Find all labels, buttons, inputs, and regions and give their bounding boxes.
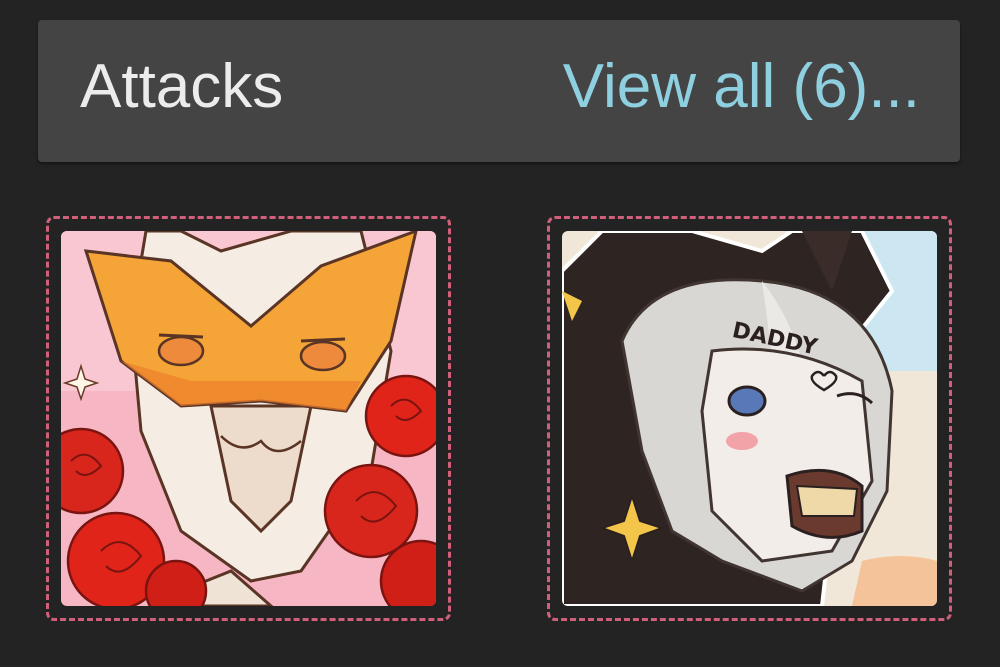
attack-thumbnail-1[interactable] xyxy=(46,216,451,621)
section-header: Attacks View all (6)... xyxy=(38,20,960,162)
masked-white-character-with-roses-icon xyxy=(61,231,436,606)
section-title: Attacks xyxy=(80,52,284,121)
horned-character-artwork: DADDY xyxy=(562,231,937,606)
masked-character-artwork xyxy=(61,231,436,606)
white-haired-horned-character-icon: DADDY xyxy=(562,231,937,606)
view-all-link[interactable]: View all (6)... xyxy=(563,56,920,118)
attack-thumbnail-2[interactable]: DADDY xyxy=(547,216,952,621)
